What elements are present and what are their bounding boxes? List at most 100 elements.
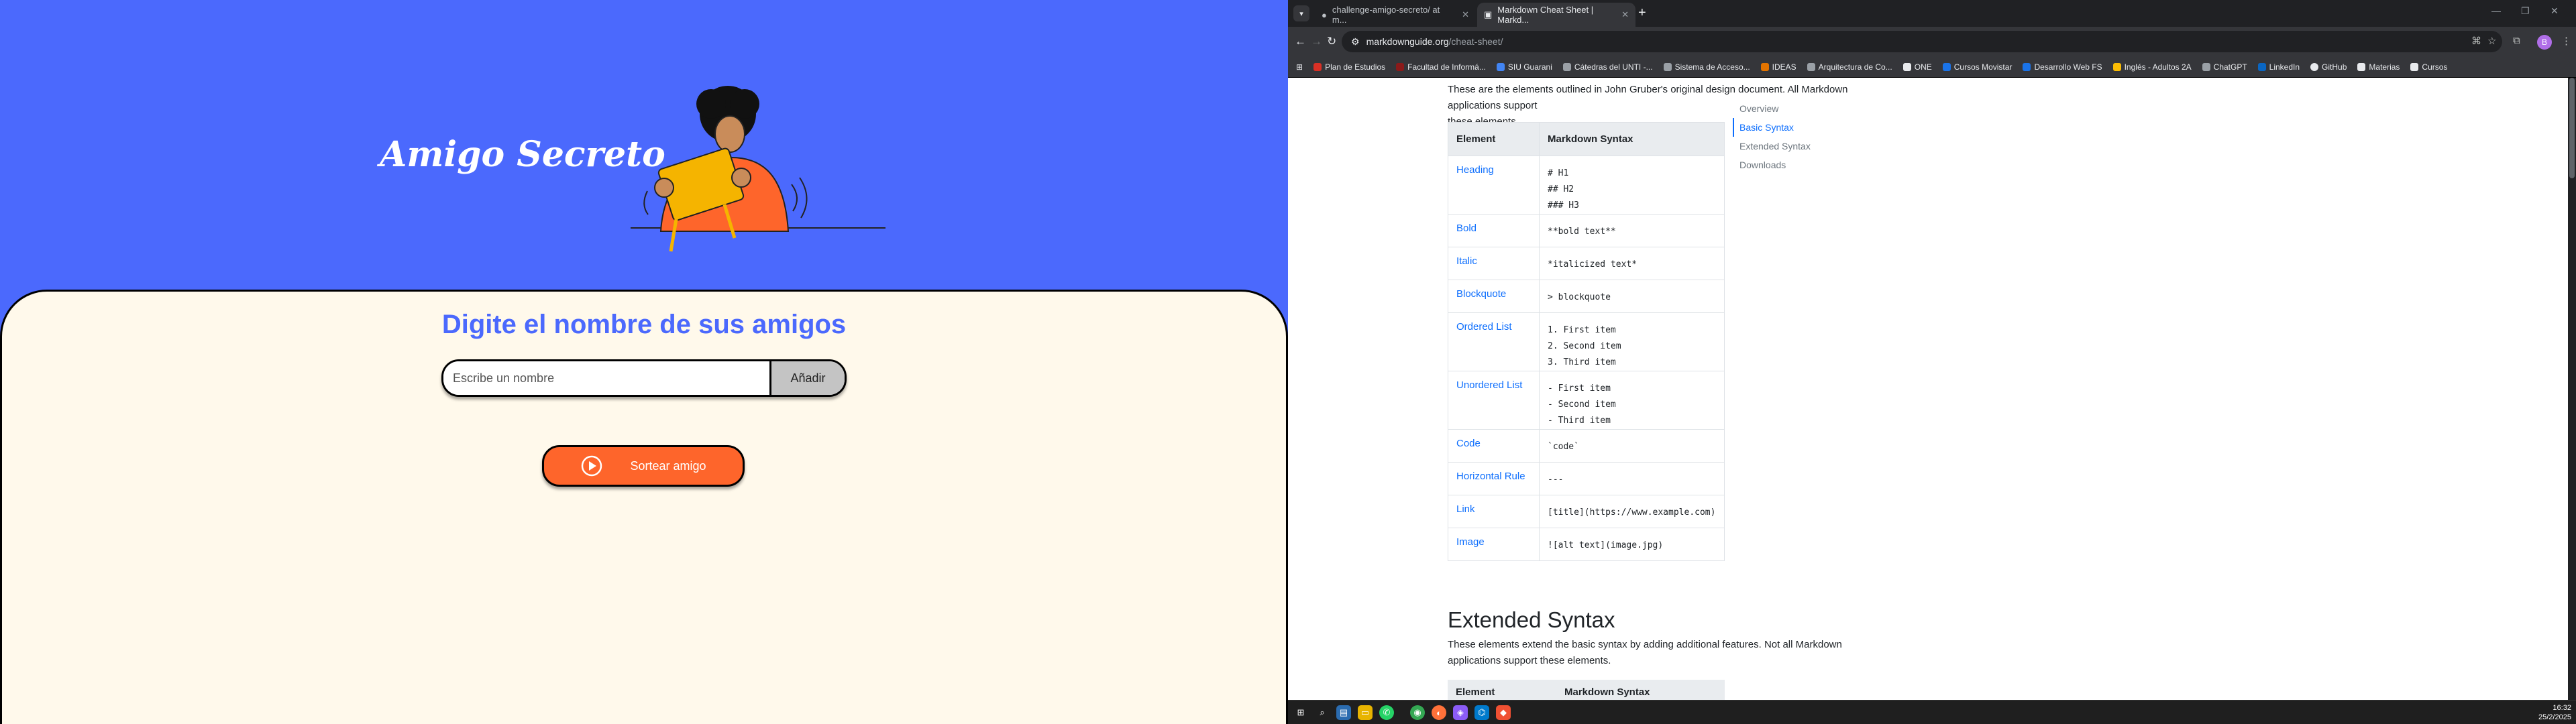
bookmark[interactable]: Sistema de Acceso... [1663,62,1750,72]
maximize-icon[interactable]: ❐ [2521,5,2530,17]
file-explorer-icon[interactable]: ▭ [1358,705,1373,720]
bookmark[interactable]: Cátedras del UNTI -... [1562,62,1653,72]
element-link[interactable]: Unordered List [1448,371,1540,430]
tab-github[interactable]: ● challenge-amigo-secreto/ at m... ✕ [1315,3,1476,27]
bookmark[interactable]: ChatGPT [2202,62,2247,72]
search-icon[interactable]: ⌕ [1315,705,1330,720]
chrome-icon[interactable]: ◉ [1410,705,1425,720]
browser-window: ▾ ● challenge-amigo-secreto/ at m... ✕ ▣… [1288,0,2576,724]
bookmark[interactable]: GitHub [2310,62,2347,72]
bookmark[interactable]: IDEAS [1760,62,1796,72]
forward-icon[interactable]: → [1311,35,1322,48]
url-host: markdownguide.org [1366,36,1449,47]
toolbar: ← → ↻ ⚙ markdownguide.org/cheat-sheet/ ⌘… [1288,27,2576,56]
bookmark[interactable]: Cursos Movistar [1942,62,2012,72]
site-info-icon[interactable]: ⚙ [1351,36,1360,48]
element-link[interactable]: Heading [1448,156,1540,215]
bookmark[interactable]: Arquitectura de Co... [1807,62,1892,72]
close-icon[interactable]: ✕ [1621,9,1629,20]
tab-label: challenge-amigo-secreto/ at m... [1332,5,1440,25]
close-icon[interactable]: ✕ [1462,9,1469,20]
tab-bar: ▾ ● challenge-amigo-secreto/ at m... ✕ ▣… [1288,0,2576,27]
globe-icon [1562,62,1571,71]
vscode-icon[interactable]: ⌬ [1474,705,1489,720]
page-scrollbar[interactable] [2568,78,2576,700]
address-bar[interactable]: ⚙ markdownguide.org/cheat-sheet/ [1342,31,2502,52]
minimize-icon[interactable]: — [2491,5,2501,16]
bookmark[interactable]: SIU Guarani [1496,62,1552,72]
profile-avatar[interactable]: B [2537,35,2552,50]
github-icon: ● [1322,9,1327,20]
element-link[interactable]: Horizontal Rule [1448,462,1540,495]
whatsapp-icon[interactable]: ✆ [1379,705,1394,720]
table-row: Heading # H1 ## H2 ### H3 [1448,156,1725,215]
section-subtitle: Digite el nombre de sus amigos [441,310,847,339]
siu-icon [1496,62,1505,71]
doc-icon [1663,62,1672,71]
bookmark[interactable]: Plan de Estudios [1313,62,1385,72]
element-link[interactable]: Blockquote [1448,280,1540,313]
apps-icon[interactable]: ⊞ [1296,62,1303,72]
toc-item-basic-syntax[interactable]: Basic Syntax [1733,118,1811,137]
firefox-icon[interactable]: ◐ [1432,705,1446,720]
table-row: Link [title](https://www.example.com) [1448,495,1725,528]
bookmark-icon [1313,62,1322,71]
chatgpt-icon [2202,62,2210,71]
toc-item-overview[interactable]: Overview [1733,99,1811,118]
movistar-icon [1942,62,1951,71]
syntax-cell: - First item - Second item - Third item [1539,371,1725,430]
reload-icon[interactable]: ↻ [1327,35,1336,48]
ideas-icon [1760,62,1769,71]
table-row: Unordered List - First item - Second item… [1448,371,1725,430]
globe-icon [1807,62,1815,71]
task-view-icon[interactable]: ▤ [1336,705,1351,720]
draw-friend-button[interactable]: Sortear amigo [542,445,745,487]
bookmark[interactable]: Desarrollo Web FS [2023,62,2102,72]
element-link[interactable]: Link [1448,495,1540,528]
element-link[interactable]: Code [1448,429,1540,463]
extensions-icon[interactable]: ⧉ [2513,35,2520,46]
bookmark[interactable]: LinkedIn [2257,62,2300,72]
close-window-icon[interactable]: ✕ [2551,5,2559,17]
tab-markdown[interactable]: ▣ Markdown Cheat Sheet | Markd... ✕ [1477,3,1635,27]
name-input[interactable] [443,361,769,395]
syntax-cell: **bold text** [1539,214,1725,247]
draw-button-label: Sortear amigo [630,459,706,473]
element-link[interactable]: Ordered List [1448,312,1540,371]
table-row: Image ![alt text](image.jpg) [1448,528,1725,561]
element-link[interactable]: Italic [1448,247,1540,280]
back-icon[interactable]: ← [1295,35,1306,48]
app-icon[interactable]: ◈ [1453,705,1468,720]
git-icon[interactable]: ◆ [1496,705,1511,720]
translate-icon[interactable]: ⌘ [2471,35,2481,47]
toc-item-extended-syntax[interactable]: Extended Syntax [1733,137,1811,156]
taskbar: ⊞ ⌕ ▤ ▭ ✆ ◉ ◐ ◈ ⌬ ◆ 16:32 25/2/2025 [1288,700,2576,724]
table-header: Markdown Syntax [1564,686,1650,698]
extended-syntax-heading: Extended Syntax [1448,607,1615,632]
play-icon [582,455,602,477]
toc-item-downloads[interactable]: Downloads [1733,156,1811,174]
add-button[interactable]: Añadir [769,361,845,395]
scrollbar-thumb[interactable] [2569,78,2575,178]
tab-search-button[interactable]: ▾ [1293,5,1309,21]
system-clock[interactable]: 16:32 25/2/2025 [2538,703,2571,722]
bookmark[interactable]: Facultad de Informá... [1396,62,1486,72]
new-tab-icon[interactable]: + [1638,5,1646,21]
linkedin-icon [2257,62,2266,71]
element-link[interactable]: Image [1448,528,1540,561]
windows-icon[interactable]: ⊞ [1293,705,1308,720]
syntax-cell: 1. First item 2. Second item 3. Third it… [1539,312,1725,371]
english-icon [2112,62,2121,71]
main-panel [0,290,1288,724]
clock-time: 16:32 [2553,704,2571,712]
app-title: Amigo Secreto [380,134,665,175]
element-link[interactable]: Bold [1448,214,1540,247]
syntax-cell: ![alt text](image.jpg) [1539,528,1725,561]
bookmark[interactable]: Inglés - Adultos 2A [2112,62,2192,72]
menu-icon[interactable]: ⋮ [2561,35,2571,47]
bookmark[interactable]: Cursos [2410,62,2447,72]
markdown-icon: ▣ [1484,9,1493,19]
bookmark[interactable]: ONE [1902,62,1932,72]
star-icon[interactable]: ☆ [2487,35,2496,47]
bookmark[interactable]: Materias [2357,62,2400,72]
